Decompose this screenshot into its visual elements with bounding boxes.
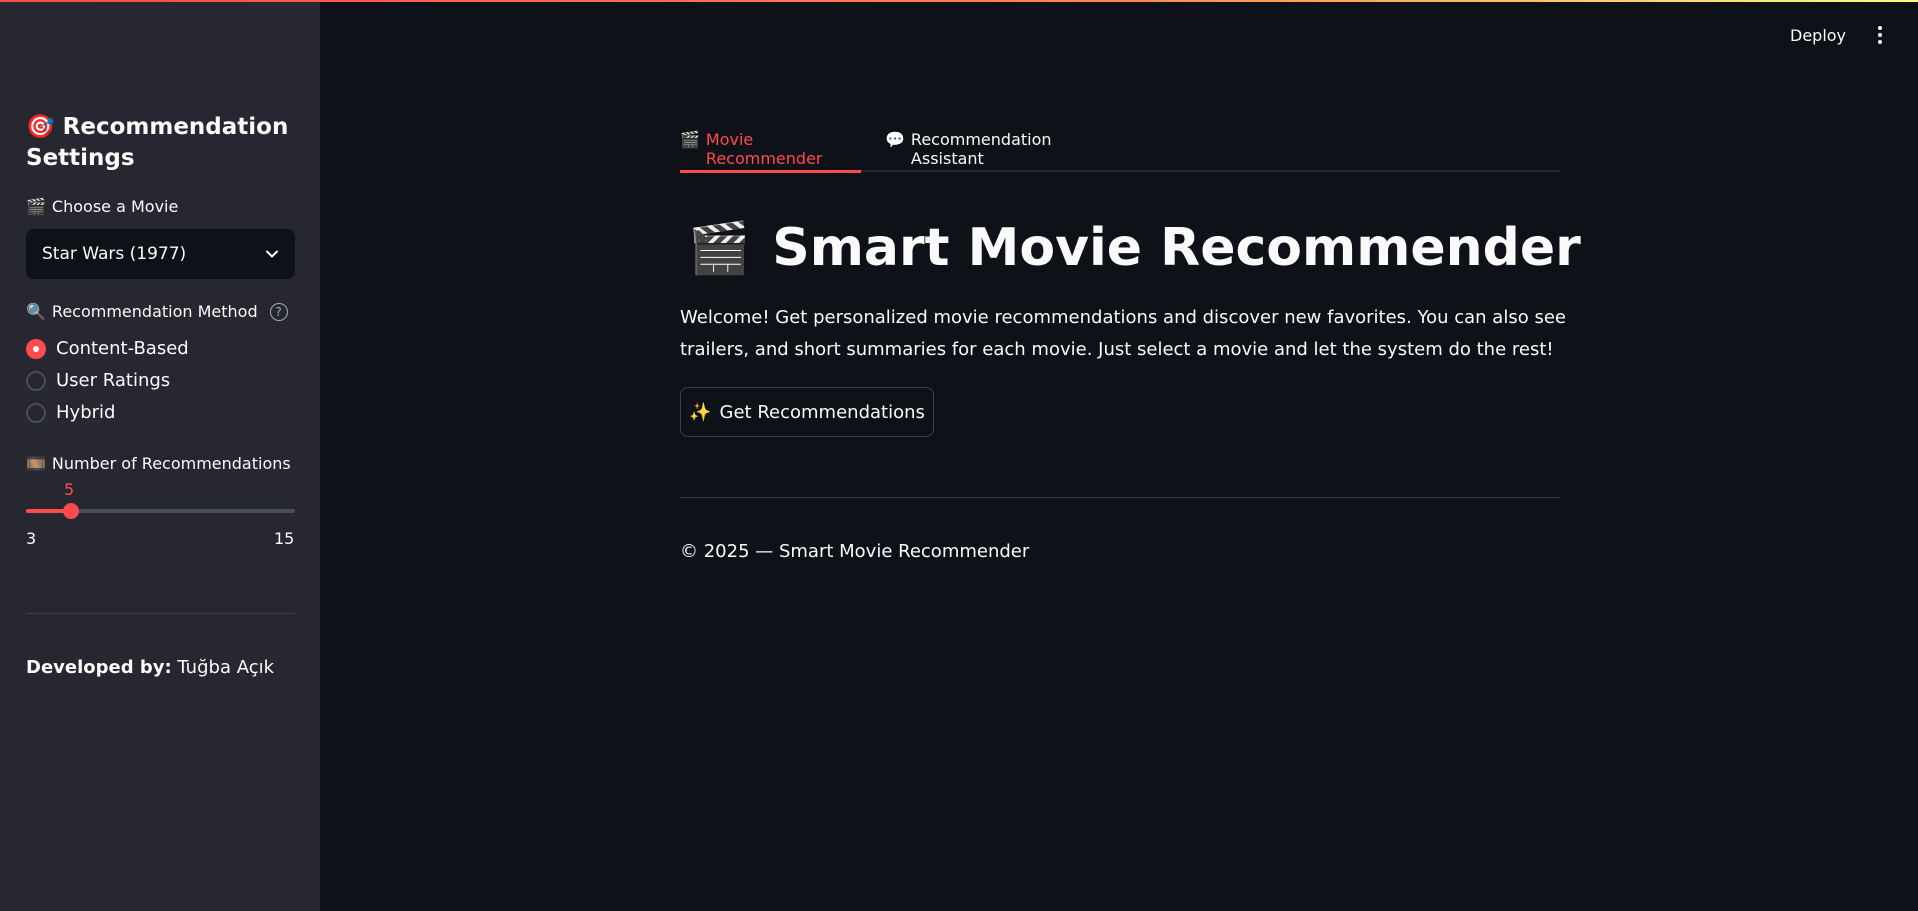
radio-selected-icon (26, 338, 46, 359)
page-title-text: Smart Movie Recommender (772, 218, 1581, 278)
radio-unselected-icon (26, 370, 46, 391)
get-recommendations-button[interactable]: ✨ Get Recommendations (680, 387, 934, 437)
help-icon[interactable]: ? (269, 302, 288, 321)
page-title: 🎬 Smart Movie Recommender (688, 218, 1581, 278)
radio-unselected-icon (26, 402, 46, 423)
divider (26, 613, 295, 614)
slider-max: 15 (274, 529, 295, 548)
tab-recommendation-assistant[interactable]: 💬 Recommendation Assistant (885, 130, 1125, 172)
footer-text: © 2025 — Smart Movie Recommender (680, 541, 1030, 562)
radio-hybrid[interactable]: Hybrid (26, 402, 115, 423)
film-frames-icon: 🎞️ (26, 454, 46, 473)
slider-value: 5 (64, 480, 75, 499)
sidebar-title: 🎯 Recommendation Settings (26, 112, 296, 174)
deploy-button[interactable]: Deploy (1790, 26, 1846, 45)
sparkles-icon: ✨ (689, 401, 712, 423)
kebab-menu-icon[interactable] (1874, 26, 1886, 46)
count-label-text: Number of Recommendations (51, 454, 291, 473)
clapper-icon: 🎬 (26, 197, 46, 216)
radio-label: User Ratings (56, 370, 171, 391)
radio-content-based[interactable]: Content-Based (26, 338, 189, 359)
tab-label: Movie Recommender (705, 130, 823, 168)
welcome-text: Welcome! Get personalized movie recommen… (680, 307, 1566, 360)
clapper-icon: 🎬 (688, 218, 751, 277)
speech-bubble-icon: 💬 (885, 130, 905, 149)
method-label: 🔍 Recommendation Method ? (26, 302, 288, 321)
count-label: 🎞️ Number of Recommendations (26, 454, 291, 473)
method-label-text: Recommendation Method (51, 302, 258, 321)
tab-movie-recommender[interactable]: 🎬 Movie Recommender (680, 130, 861, 173)
developer-credit: Developed by: Tuğba Açık (26, 657, 274, 678)
developer-name: Tuğba Açık (177, 657, 275, 678)
radio-label: Content-Based (56, 338, 189, 359)
radio-user-ratings[interactable]: User Ratings (26, 370, 170, 391)
clapper-icon: 🎬 (680, 130, 700, 149)
movie-select-label-text: Choose a Movie (51, 197, 179, 216)
chevron-down-icon (266, 250, 278, 258)
recommendation-count-slider[interactable] (26, 503, 295, 519)
sidebar-title-text: Recommendation Settings (26, 114, 289, 171)
top-decoration-bar (0, 0, 1918, 2)
target-icon: 🎯 (26, 114, 55, 140)
tab-label: Recommendation Assistant (910, 130, 1052, 168)
movie-select[interactable]: Star Wars (1977) (26, 229, 295, 279)
magnifier-icon: 🔍 (26, 302, 46, 321)
radio-label: Hybrid (56, 402, 116, 423)
slider-thumb[interactable] (62, 503, 79, 519)
tab-bar: 🎬 Movie Recommender 💬 Recommendation Ass… (680, 130, 1560, 173)
sidebar: 🎯 Recommendation Settings 🎬 Choose a Mov… (0, 0, 320, 911)
slider-min: 3 (26, 529, 37, 548)
button-label: Get Recommendations (719, 401, 925, 423)
movie-select-label: 🎬 Choose a Movie (26, 197, 178, 216)
movie-select-value: Star Wars (1977) (42, 244, 187, 264)
developer-prefix: Developed by: (26, 657, 172, 678)
divider (680, 497, 1560, 498)
